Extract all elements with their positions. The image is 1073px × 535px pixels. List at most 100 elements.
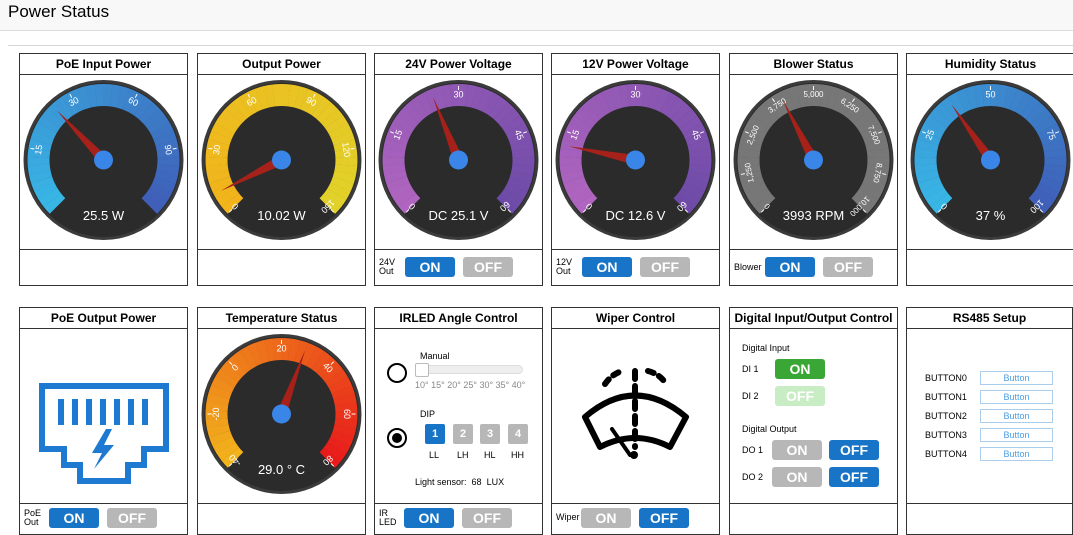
dip-button-4[interactable]: 4 <box>508 424 528 444</box>
gauge-band-segment <box>151 116 156 122</box>
gauge-band-segment <box>219 135 222 142</box>
rs485-label-1: BUTTON1 <box>925 392 967 402</box>
wiper-on-button[interactable]: ON <box>581 508 631 528</box>
gauge-band-segment <box>88 95 96 96</box>
gauge-band-segment <box>931 187 935 194</box>
rs485-label-3: BUTTON3 <box>925 430 967 440</box>
gauge-band-segment <box>929 180 932 187</box>
gauge-band-segment <box>1055 150 1056 158</box>
gauge-band-segment <box>672 106 678 111</box>
gauge-band-segment <box>699 165 700 173</box>
wiper-off-button[interactable]: OFF <box>639 508 689 528</box>
do1-off-button[interactable]: OFF <box>829 440 879 460</box>
dip-name-ll: LL <box>429 450 439 460</box>
dip-button-3[interactable]: 3 <box>480 424 500 444</box>
gauge-band-segment <box>1052 173 1054 181</box>
angle-slider-track[interactable] <box>415 365 523 374</box>
manual-radio[interactable] <box>387 363 407 383</box>
gauge-band-segment <box>334 122 338 129</box>
gauge-band-segment <box>239 106 245 111</box>
gauge-tick-label: 50 <box>985 89 995 99</box>
do2-on-button[interactable]: ON <box>772 467 822 487</box>
gauge-band-segment <box>678 111 684 116</box>
24v-on-button[interactable]: ON <box>405 257 455 277</box>
wiper-label: Wiper <box>556 513 580 522</box>
poe-on-button[interactable]: ON <box>49 508 99 528</box>
gauge-readout: 37 % <box>976 208 1006 223</box>
gauge-band-segment <box>399 187 403 194</box>
gauge-band-segment <box>436 97 443 99</box>
gauge-band-segment <box>698 142 700 150</box>
gauge-tick-label: 5,000 <box>803 90 824 99</box>
panel-poe-input: PoE Input Power 1530609025.5 W <box>19 53 188 286</box>
rs485-label-2: BUTTON2 <box>925 411 967 421</box>
dip-radio[interactable] <box>387 428 407 448</box>
panel-24v: 24V Power Voltage 015304560DC 25.1 V 24V… <box>374 53 543 286</box>
gauge-band-segment <box>266 349 274 350</box>
gauge-band-segment <box>217 165 218 173</box>
rs485-button-0[interactable]: Button <box>980 371 1053 385</box>
gauge-band-segment <box>694 180 697 187</box>
gauge-band-segment <box>998 95 1006 96</box>
gauge-band-segment <box>968 97 975 99</box>
do1-label: DO 1 <box>742 445 763 455</box>
gauge-band-segment <box>501 111 507 116</box>
gauge-band-segment <box>1046 187 1050 194</box>
temperature-gauge: -40-2002040608029.0 ° C <box>198 329 365 504</box>
gauge-band-segment <box>259 351 266 353</box>
blower-label: Blower <box>734 263 762 272</box>
gauge-band-segment <box>289 349 297 350</box>
gauge-band-segment <box>318 360 324 365</box>
gauge-hub <box>981 151 1000 170</box>
gauge-band-segment <box>488 102 495 106</box>
gauge-band-segment <box>56 110 62 115</box>
dip-name-hh: HH <box>511 450 524 460</box>
panel-title: RS485 Setup <box>907 308 1072 329</box>
gauge-band-segment <box>340 434 343 441</box>
gauge-band-segment <box>511 122 515 129</box>
12v-on-button[interactable]: ON <box>582 257 632 277</box>
gauge-readout: DC 12.6 V <box>606 208 666 223</box>
gauge-band-segment <box>81 97 88 99</box>
rs485-button-3[interactable]: Button <box>980 428 1053 442</box>
output-power-gauge: 030609012015010.02 W <box>198 75 365 250</box>
rs485-button-4[interactable]: Button <box>980 447 1053 461</box>
irled-off-button[interactable]: OFF <box>462 508 512 528</box>
do1-on-button[interactable]: ON <box>772 440 822 460</box>
12v-off-button[interactable]: OFF <box>640 257 690 277</box>
di1-state: ON <box>775 359 825 379</box>
windshield-wiper-icon <box>552 329 719 504</box>
do2-label: DO 2 <box>742 472 763 482</box>
rs485-button-2[interactable]: Button <box>980 409 1053 423</box>
gauge-band-segment <box>506 116 511 122</box>
gauge-band-segment <box>1054 165 1055 173</box>
do2-off-button[interactable]: OFF <box>829 467 879 487</box>
gauge-band-segment <box>514 187 518 194</box>
dip-button-1[interactable]: 1 <box>425 424 445 444</box>
gauge-band-segment <box>683 116 688 122</box>
rs485-button-1[interactable]: Button <box>980 390 1053 404</box>
gauge-band-segment <box>217 396 219 404</box>
gauge-band-segment <box>329 116 334 122</box>
gauge-band-segment <box>869 187 873 194</box>
gauge-band-segment <box>688 122 692 129</box>
panel-title: 12V Power Voltage <box>552 54 719 75</box>
gauge-band-segment <box>154 194 158 200</box>
poe-off-button[interactable]: OFF <box>107 508 157 528</box>
blower-off-button[interactable]: OFF <box>823 257 873 277</box>
gauge-band-segment <box>1038 116 1043 122</box>
header-bar: Power Status <box>0 0 1073 31</box>
gauge-hub <box>626 151 645 170</box>
blower-on-button[interactable]: ON <box>765 257 815 277</box>
24v-off-button[interactable]: OFF <box>463 257 513 277</box>
panel-poe-output: PoE Output Power PoEOut ON OFF <box>19 307 188 535</box>
dip-button-2[interactable]: 2 <box>453 424 473 444</box>
gauge-band-segment <box>338 128 341 135</box>
gauge-band-segment <box>1033 111 1039 116</box>
irled-on-button[interactable]: ON <box>404 508 454 528</box>
angle-slider-handle[interactable] <box>415 363 429 377</box>
gauge-band-segment <box>289 95 297 96</box>
gauge-band-segment <box>42 180 45 187</box>
24v-out-label: 24VOut <box>379 258 395 276</box>
gauge-band-segment <box>926 142 928 150</box>
